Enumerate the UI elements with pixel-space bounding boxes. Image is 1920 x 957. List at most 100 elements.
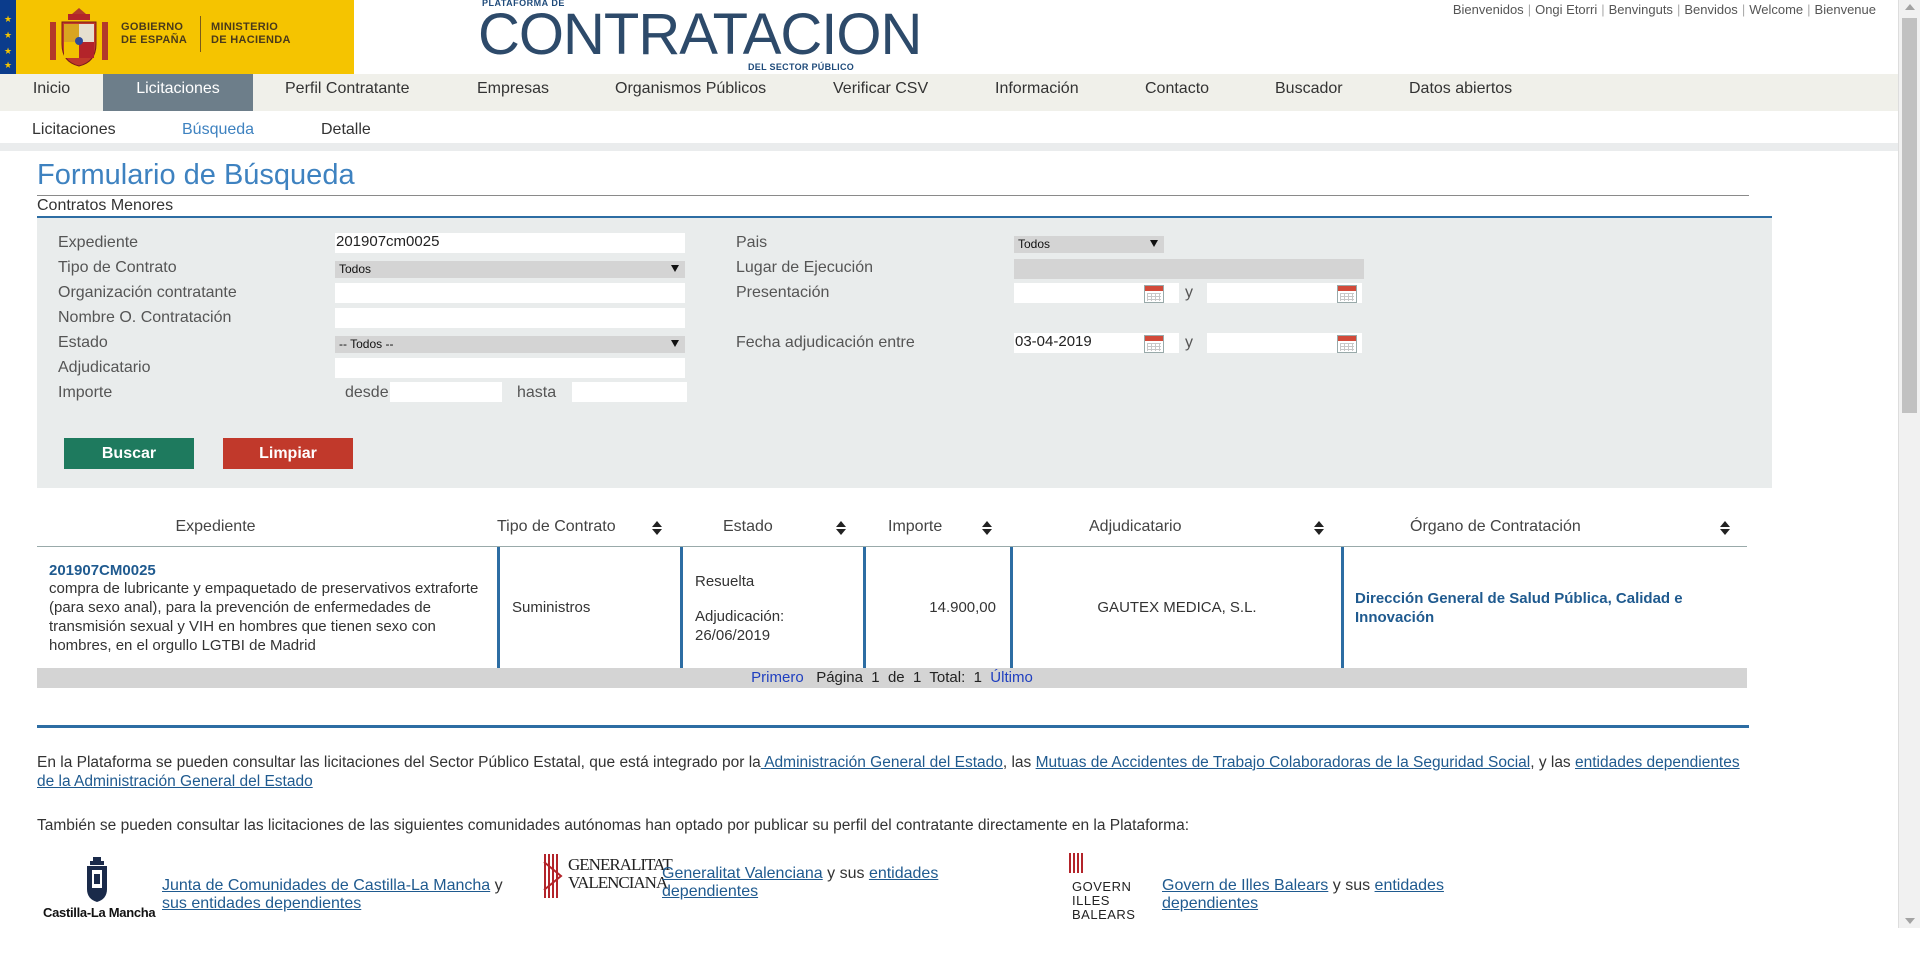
org-contratante-input[interactable] xyxy=(335,283,685,303)
info-text: En la Plataforma se pueden consultar las… xyxy=(37,754,761,771)
lang-eu[interactable]: Ongi Etorri xyxy=(1535,2,1597,17)
nav-buscador[interactable]: Buscador xyxy=(1275,74,1343,111)
nav-verificar-csv[interactable]: Verificar CSV xyxy=(833,74,928,111)
importe-hasta-input[interactable] xyxy=(572,382,687,402)
gobierno-espana-logo[interactable]: ★ ★ ★ ★ GOBIERNO DE ESPAÑA MINISTERIO DE HA… xyxy=(0,0,354,74)
nav-contacto[interactable]: Contacto xyxy=(1145,74,1209,111)
sort-icon[interactable] xyxy=(1313,521,1324,537)
lang-es[interactable]: Bienvenidos xyxy=(1453,2,1524,17)
tipo-contrato-select[interactable]: Todos xyxy=(335,261,685,278)
cell-importe: 14.900,00 xyxy=(929,599,996,616)
info-paragraph-1: En la Plataforma se pueden consultar las… xyxy=(37,753,1749,791)
table-header: Expediente Tipo de Contrato Estado Impor… xyxy=(37,510,1747,547)
nav-licitaciones[interactable]: Licitaciones xyxy=(103,74,253,111)
sort-icon[interactable] xyxy=(981,521,992,537)
info-text: y sus xyxy=(1328,877,1375,894)
calendar-icon[interactable] xyxy=(1144,285,1164,303)
calendar-icon[interactable] xyxy=(1337,335,1357,353)
adjudicacion-fecha: 26/06/2019 xyxy=(695,627,771,644)
ccaa-generalitat-valenciana: Generalitat Valenciana y sus entidades d… xyxy=(662,865,992,945)
pais-select[interactable]: Todos xyxy=(1014,236,1164,253)
ccaa-castilla-la-mancha: Junta de Comunidades de Castilla-La Manc… xyxy=(162,877,522,957)
scrollbar-thumb[interactable] xyxy=(1902,18,1917,413)
buscar-button[interactable]: Buscar xyxy=(64,438,194,469)
cell-adjudicatario: GAUTEX MEDICA, S.L. xyxy=(1097,599,1257,616)
estado-select[interactable]: -- Todos -- xyxy=(335,336,685,353)
y-label: y xyxy=(1185,334,1193,351)
lugar-ejecucion-label: Lugar de Ejecución xyxy=(736,259,873,276)
nombre-oc-input[interactable] xyxy=(335,308,685,328)
nav-organismos-publicos[interactable]: Organismos Públicos xyxy=(615,74,766,111)
lang-ca[interactable]: Benvinguts xyxy=(1609,2,1673,17)
sort-icon[interactable] xyxy=(651,521,662,537)
subnav-detalle[interactable]: Detalle xyxy=(321,121,371,139)
lang-fr[interactable]: Bienvenue xyxy=(1815,2,1876,17)
nav-perfil-contratante[interactable]: Perfil Contratante xyxy=(285,74,410,111)
scroll-up-arrow-icon[interactable] xyxy=(1905,4,1915,10)
expediente-description: compra de lubricante y empaquetado de pr… xyxy=(49,580,479,654)
column-header-importe[interactable]: Importe xyxy=(888,518,942,536)
title-divider xyxy=(37,195,1749,196)
dropdown-caret-icon xyxy=(671,265,679,272)
column-header-expediente[interactable]: Expediente xyxy=(37,518,394,536)
pcsp-logo-sub: DEL SECTOR PÚBLICO xyxy=(748,62,855,72)
tipo-contrato-label: Tipo de Contrato xyxy=(58,259,177,276)
column-divider xyxy=(680,547,683,668)
generalitat-valenciana-logo-text: GENERALITAT VALENCIANA xyxy=(568,855,673,892)
link-junta-castilla-la-mancha[interactable]: Junta de Comunidades de Castilla-La Manc… xyxy=(162,877,490,894)
adjudicatario-input[interactable] xyxy=(335,358,685,378)
nav-datos-abiertos[interactable]: Datos abiertos xyxy=(1409,74,1512,111)
dropdown-caret-icon xyxy=(1150,240,1158,247)
link-administracion-general[interactable]: Administración General del Estado xyxy=(761,754,1003,771)
expediente-input[interactable]: 201907cm0025 xyxy=(335,233,685,253)
sort-icon[interactable] xyxy=(835,521,846,537)
lugar-ejecucion-field[interactable] xyxy=(1014,259,1364,279)
link-generalitat-valenciana[interactable]: Generalitat Valenciana xyxy=(662,865,823,882)
nav-inicio[interactable]: Inicio xyxy=(0,74,103,111)
estado-label: Estado xyxy=(58,334,108,351)
info-text: , las xyxy=(1002,754,1036,771)
pager-first[interactable]: Primero xyxy=(751,669,804,686)
subnav-busqueda[interactable]: Búsqueda xyxy=(182,121,254,139)
column-header-adjudicatario[interactable]: Adjudicatario xyxy=(1089,518,1182,536)
nav-empresas[interactable]: Empresas xyxy=(477,74,549,111)
lang-gl[interactable]: Benvidos xyxy=(1684,2,1737,17)
lang-en[interactable]: Welcome xyxy=(1749,2,1803,17)
govern-illes-balears-emblem-icon xyxy=(1069,853,1083,873)
y-label: y xyxy=(1185,284,1193,301)
generalitat-valenciana-emblem-icon xyxy=(543,854,563,898)
estado-selected: -- Todos -- xyxy=(339,337,394,351)
main-navigation: Inicio Licitaciones Perfil Contratante E… xyxy=(0,74,1898,111)
link-mutuas[interactable]: Mutuas de Accidentes de Trabajo Colabora… xyxy=(1036,754,1531,771)
link-clm-entidades[interactable]: sus entidades dependientes xyxy=(162,895,361,912)
column-header-estado[interactable]: Estado xyxy=(723,518,773,536)
vertical-scrollbar[interactable] xyxy=(1898,0,1920,928)
importe-label: Importe xyxy=(58,384,113,401)
govern-illes-balears-logo-text: GOVERN ILLES BALEARS xyxy=(1072,879,1136,922)
expediente-link[interactable]: 201907CM0025 xyxy=(49,562,494,579)
importe-desde-input[interactable] xyxy=(390,382,502,402)
castilla-la-mancha-logo-text: Castilla-La Mancha xyxy=(43,905,156,920)
calendar-icon[interactable] xyxy=(1144,335,1164,353)
pais-label: Pais xyxy=(736,234,768,251)
info-text: y xyxy=(490,877,503,894)
page-subtitle: Contratos Menores xyxy=(37,197,174,214)
column-header-organo[interactable]: Órgano de Contratación xyxy=(1410,518,1581,536)
pager-last[interactable]: Último xyxy=(990,669,1033,686)
pager-total-label: Total: xyxy=(929,669,966,686)
link-govern-illes-balears[interactable]: Govern de Illes Balears xyxy=(1162,877,1328,894)
presentacion-label: Presentación xyxy=(736,284,830,301)
adjudicatario-label: Adjudicatario xyxy=(58,359,151,376)
column-header-tipo-contrato[interactable]: Tipo de Contrato xyxy=(497,518,616,536)
sort-icon[interactable] xyxy=(1719,521,1730,537)
scroll-down-arrow-icon[interactable] xyxy=(1905,918,1915,924)
organo-link[interactable]: Dirección General de Salud Pública, Cali… xyxy=(1355,589,1740,627)
calendar-icon[interactable] xyxy=(1337,285,1357,303)
plataforma-contratacion-logo[interactable]: PLATAFORMA DE CONTRATACION DEL SECTOR PÚ… xyxy=(478,0,922,74)
cell-expediente: 201907CM0025 compra de lubricante y empa… xyxy=(49,562,494,655)
nav-informacion[interactable]: Información xyxy=(995,74,1079,111)
adjudicacion-label: Adjudicación: xyxy=(695,608,785,625)
limpiar-button[interactable]: Limpiar xyxy=(223,438,353,469)
subnav-licitaciones[interactable]: Licitaciones xyxy=(32,121,116,139)
sub-navigation: Licitaciones Búsqueda Detalle xyxy=(0,111,1898,151)
